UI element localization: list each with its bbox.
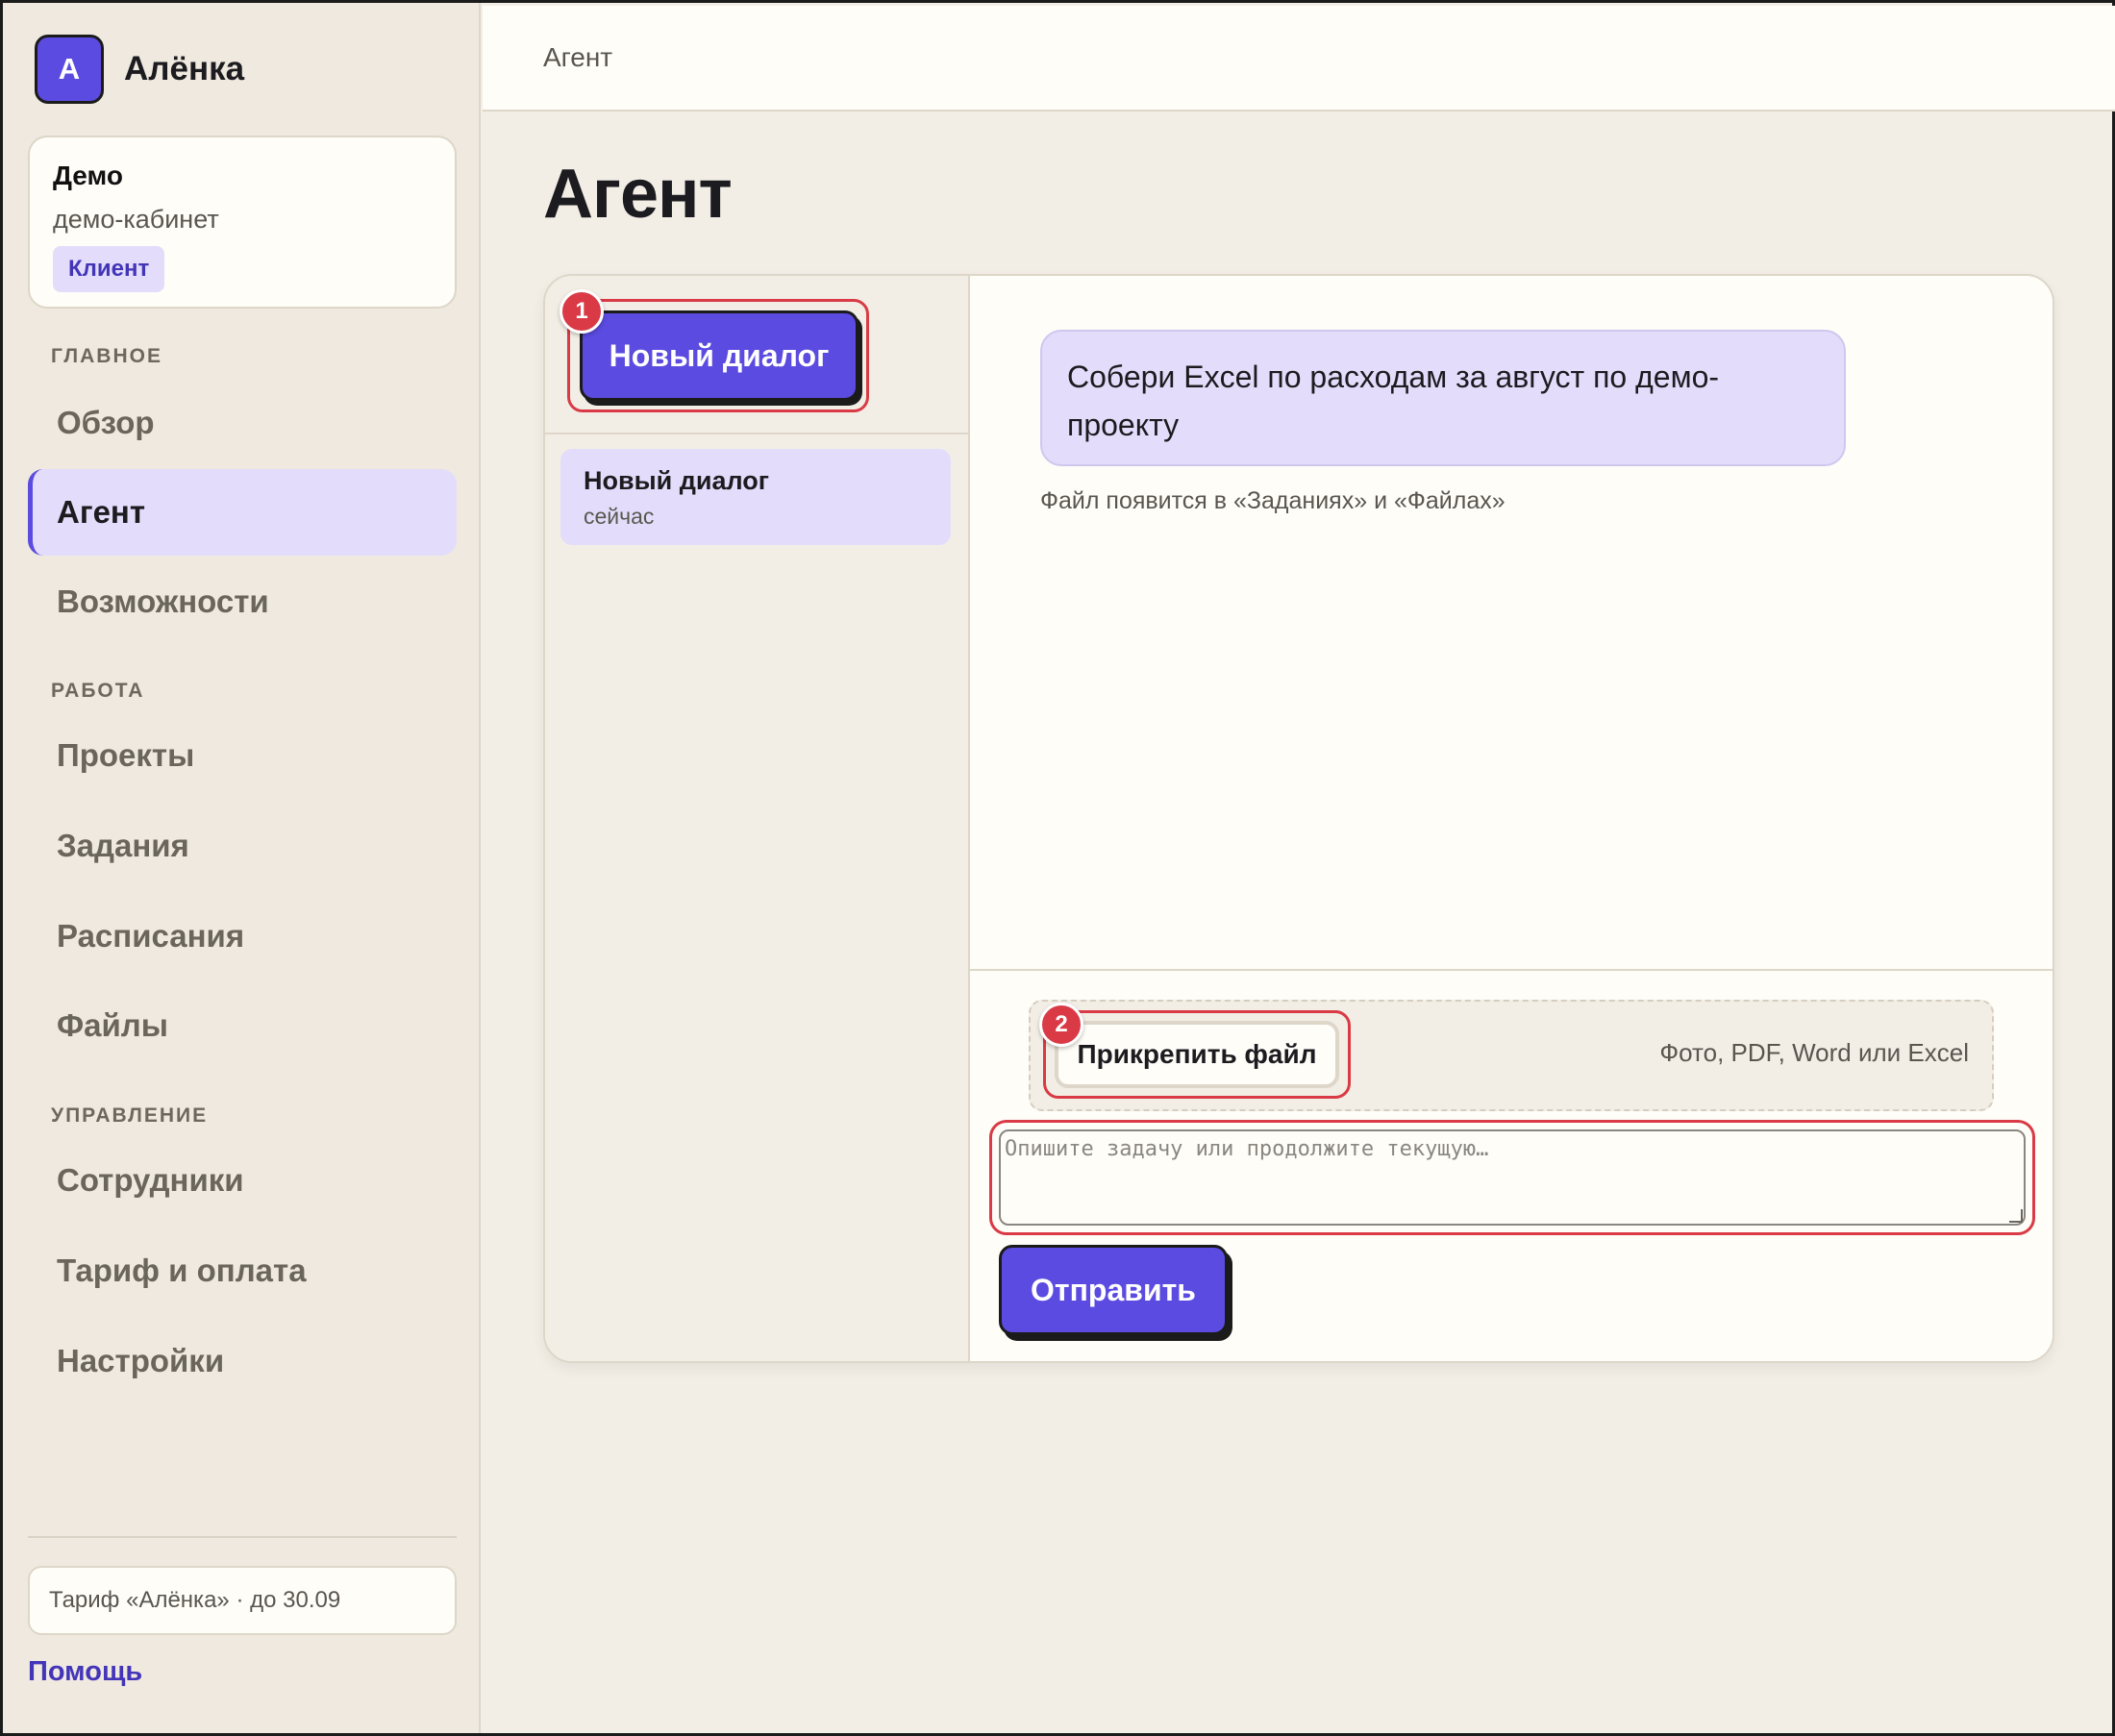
sidebar-item-settings[interactable]: Настройки (28, 1318, 457, 1404)
message-note: Файл появится в «Заданиях» и «Файлах» (1040, 487, 1505, 514)
sidebar-item-capabilities[interactable]: Возможности (28, 558, 457, 645)
help-link[interactable]: Помощь (28, 1656, 142, 1688)
task-input[interactable] (999, 1129, 2026, 1226)
workspace-card[interactable]: Демо демо-кабинет Клиент (28, 136, 457, 309)
section-label-management: УПРАВЛЕНИЕ (51, 1104, 209, 1127)
attach-highlight: Прикрепить файл (1043, 1010, 1351, 1099)
new-dialog-button[interactable]: Новый диалог (580, 310, 858, 401)
agent-card: Новый диалог 1 Новый диалог сейчас Собер… (543, 274, 2054, 1363)
task-input-highlight (989, 1120, 2035, 1235)
sidebar-item-schedules[interactable]: Расписания (28, 893, 457, 980)
sidebar-item-tasks[interactable]: Задания (28, 803, 457, 889)
sidebar-item-billing[interactable]: Тариф и оплата (28, 1228, 457, 1314)
step-marker-1: 1 (560, 289, 604, 334)
section-label-work: РАБОТА (51, 680, 145, 702)
role-badge: Клиент (53, 246, 165, 292)
dialog-item-time: сейчас (584, 504, 655, 529)
attach-dropzone[interactable]: Прикрепить файл 2 Фото, PDF, Word или Ex… (1029, 1000, 1994, 1111)
attach-file-button[interactable]: Прикрепить файл (1055, 1021, 1339, 1088)
user-message: Собери Excel по расходам за август по де… (1040, 330, 1846, 466)
resize-grip-icon[interactable] (2009, 1209, 2023, 1223)
page-title: Агент (543, 156, 733, 233)
workspace-name: Демо (53, 161, 123, 190)
sidebar-item-employees[interactable]: Сотрудники (28, 1137, 457, 1224)
sidebar-item-overview[interactable]: Обзор (28, 380, 457, 466)
dialogs-pane: Новый диалог 1 Новый диалог сейчас (545, 276, 970, 1361)
brand[interactable]: А Алёнка (35, 35, 244, 104)
sidebar-item-files[interactable]: Файлы (28, 982, 457, 1069)
composer: Прикрепить файл 2 Фото, PDF, Word или Ex… (970, 969, 2053, 1361)
app-window: А Алёнка Демо демо-кабинет Клиент ГЛАВНО… (0, 0, 2115, 1736)
sidebar-item-projects[interactable]: Проекты (28, 712, 457, 799)
dialog-list-item[interactable]: Новый диалог сейчас (560, 449, 951, 545)
sidebar-item-agent[interactable]: Агент (28, 469, 457, 556)
brand-name: Алёнка (124, 50, 245, 87)
section-label-main: ГЛАВНОЕ (51, 345, 162, 367)
attach-hint: Фото, PDF, Word или Excel (1659, 1038, 1969, 1067)
chat-pane: Собери Excel по расходам за август по де… (970, 276, 2053, 1361)
step-marker-2: 2 (1039, 1003, 1083, 1047)
sidebar: А Алёнка Демо демо-кабинет Клиент ГЛАВНО… (3, 3, 481, 1733)
topbar: Агент (483, 6, 2115, 112)
dialogs-divider (545, 433, 968, 434)
plan-info[interactable]: Тариф «Алёнка» · до 30.09 (28, 1566, 457, 1635)
dialog-item-title: Новый диалог (584, 466, 770, 495)
breadcrumb: Агент (543, 42, 613, 72)
sidebar-divider (28, 1536, 457, 1538)
new-dialog-highlight: Новый диалог (567, 299, 869, 412)
send-button[interactable]: Отправить (999, 1245, 1228, 1335)
brand-logo: А (35, 35, 104, 104)
workspace-subtitle: демо-кабинет (53, 205, 219, 234)
